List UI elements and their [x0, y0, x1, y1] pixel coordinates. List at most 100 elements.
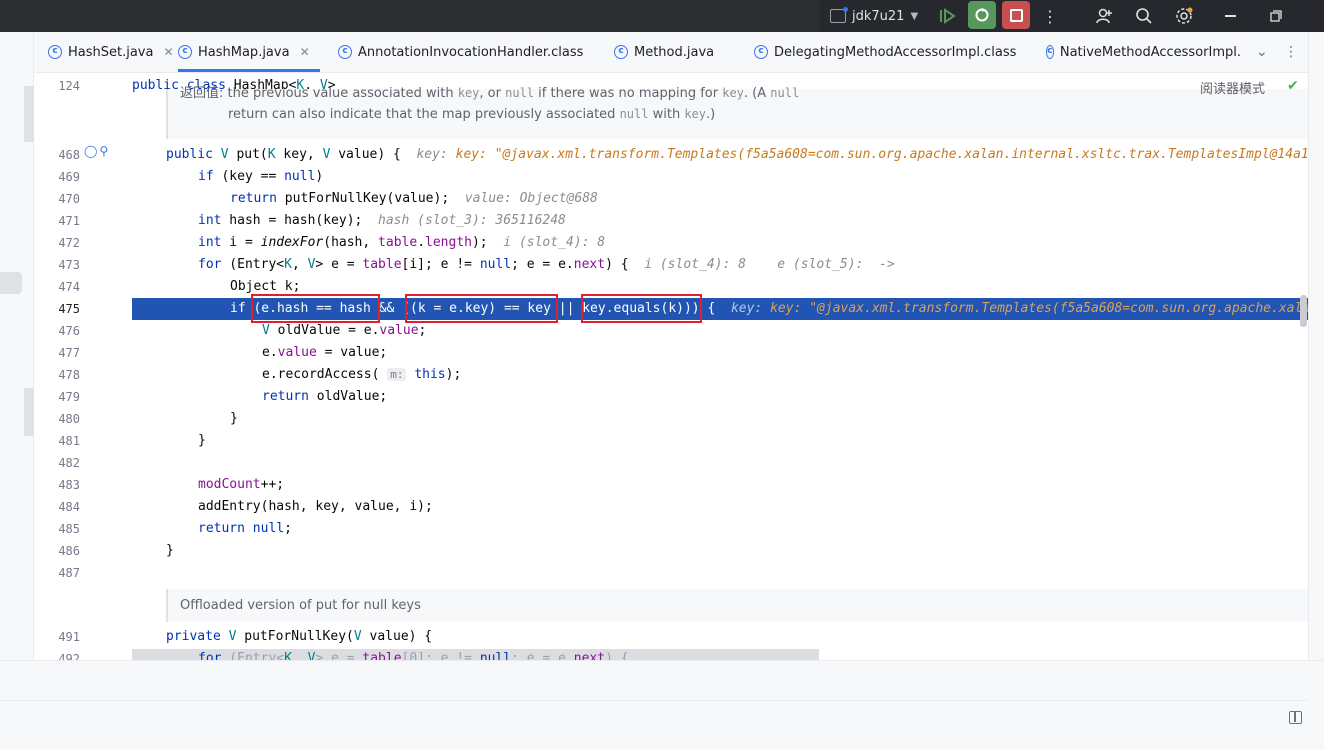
- tab-hashmap[interactable]: c HashMap.java ✕: [178, 32, 320, 72]
- reader-mode-button[interactable]: 阅读器模式: [1200, 78, 1265, 97]
- line-number: 470: [58, 192, 80, 206]
- resume-icon[interactable]: [932, 0, 964, 32]
- line-number: 469: [58, 170, 80, 184]
- doc-text: , or: [479, 86, 506, 101]
- doc-code: null: [505, 86, 535, 100]
- code-line-483[interactable]: modCount++;: [198, 474, 284, 496]
- code-token: if: [230, 301, 254, 316]
- more-icon[interactable]: ⋮: [1034, 0, 1066, 32]
- doc-code: key: [722, 86, 744, 100]
- line-number: 479: [58, 390, 80, 404]
- highlight-box: [405, 294, 558, 323]
- left-tool-strip: [0, 32, 34, 660]
- code-line-479[interactable]: return oldValue;: [262, 386, 387, 408]
- code-line-470[interactable]: return putForNullKey(value); value: Obje…: [230, 188, 598, 210]
- restore-icon[interactable]: [1260, 0, 1292, 32]
- layout-toggle-icon[interactable]: [1289, 711, 1302, 724]
- doc-code: key: [457, 86, 480, 100]
- settings-icon[interactable]: [1168, 0, 1200, 32]
- doc-code: null: [619, 107, 649, 121]
- code-line-491[interactable]: private V putForNullKey(V value) {: [166, 626, 432, 648]
- override-icon[interactable]: ◯: [84, 144, 97, 158]
- javadoc-returns: 返回值: the previous value associated with …: [166, 86, 1308, 139]
- code-line-475[interactable]: if (e.hash == hash && ((k = e.key) == ke…: [230, 298, 1308, 320]
- doc-text: Offloaded version of put for null keys: [180, 598, 421, 613]
- inlay-hash: hash (slot_3): 365116248: [378, 213, 566, 228]
- code-line-485[interactable]: return null;: [198, 518, 292, 540]
- vertical-scrollbar[interactable]: [1300, 295, 1307, 327]
- code-line-478[interactable]: e.recordAccess( m: this);: [262, 364, 461, 386]
- tab-hashset[interactable]: c HashSet.java ✕: [48, 32, 174, 72]
- code-line-476[interactable]: V oldValue = e.value;: [262, 320, 426, 342]
- tool-window-marker[interactable]: [0, 272, 22, 294]
- run-config-label: jdk7u21: [852, 8, 905, 24]
- close-icon[interactable]: ✕: [163, 45, 173, 59]
- code-line-480[interactable]: }: [230, 408, 238, 430]
- code-line-471[interactable]: int hash = hash(key); hash (slot_3): 365…: [198, 210, 566, 232]
- code-line-472[interactable]: int i = indexFor(hash, table.length); i …: [198, 232, 605, 254]
- tabs-more-icon[interactable]: ⋮: [1284, 32, 1298, 72]
- tab-annotation-invocation-handler[interactable]: c AnnotationInvocationHandler.class: [338, 32, 583, 72]
- bottom-panel: [0, 660, 1324, 750]
- title-bar: jdk7u21 ▼ ⋮: [0, 0, 1324, 32]
- code-line-469[interactable]: if (key == null): [198, 166, 323, 188]
- code-line-477[interactable]: e.value = value;: [262, 342, 387, 364]
- doc-text: if there was no mapping for: [534, 86, 723, 101]
- inlay-i: i (slot_4): 8: [503, 235, 606, 250]
- tab-label: Method.java: [634, 44, 715, 60]
- right-tool-strip: [1308, 32, 1324, 750]
- line-number: 468: [58, 148, 80, 162]
- tab-label: DelegatingMethodAccessorImpl.class: [774, 44, 1017, 60]
- inlay-key-value: key: "@javax.xml.transform.Templates(f5a…: [455, 147, 1308, 162]
- doc-code: key: [684, 107, 707, 121]
- highlight-box: [251, 294, 380, 323]
- stop-icon[interactable]: [1002, 1, 1030, 29]
- doc-code: null: [770, 86, 800, 100]
- inlay-i: i (slot_4): 8: [644, 257, 746, 272]
- tab-label: AnnotationInvocationHandler.class: [358, 44, 584, 60]
- code-line-473[interactable]: for (Entry<K, V> e = table[i]; e != null…: [198, 254, 895, 276]
- code-line-492[interactable]: for (Entry<K, V> e = table[0]; e != null…: [198, 648, 629, 660]
- scroll-marker: [24, 388, 34, 436]
- editor-tab-bar: c HashSet.java ✕ c HashMap.java ✕ c Anno…: [34, 32, 1324, 73]
- code-editor[interactable]: public class HashMap<K, V> 返回值: the prev…: [132, 73, 1308, 660]
- tabs-dropdown-icon[interactable]: ⌄: [1256, 32, 1268, 72]
- inlay-value: value: Object@688: [464, 191, 598, 206]
- javadoc-offloaded: Offloaded version of put for null keys: [166, 589, 1308, 622]
- tab-method[interactable]: c Method.java: [614, 32, 714, 72]
- divider: [0, 700, 1308, 701]
- line-number: 486: [58, 544, 80, 558]
- line-number: 472: [58, 236, 80, 250]
- code-line-486[interactable]: }: [166, 540, 174, 562]
- code-line-481[interactable]: }: [198, 430, 206, 452]
- tab-label: NativeMethodAccessorImpl.: [1059, 44, 1241, 60]
- code-line-484[interactable]: addEntry(hash, key, value, i);: [198, 496, 433, 518]
- close-icon[interactable]: ✕: [300, 45, 310, 59]
- line-number: 483: [58, 478, 80, 492]
- tab-native-method-accessor[interactable]: c NativeMethodAccessorImpl.: [1046, 32, 1241, 72]
- line-number: 492: [58, 652, 80, 660]
- doc-text: return can also indicate that the map pr…: [228, 107, 620, 122]
- line-number: 471: [58, 214, 80, 228]
- run-config-selector[interactable]: jdk7u21 ▼: [830, 0, 918, 32]
- inspection-ok-icon[interactable]: ✔: [1287, 78, 1299, 94]
- line-number-current: 475: [58, 302, 80, 316]
- minimize-icon[interactable]: [1214, 0, 1246, 32]
- line-number: 480: [58, 412, 80, 426]
- line-number: 476: [58, 324, 80, 338]
- search-icon[interactable]: [1128, 0, 1160, 32]
- class-icon: c: [338, 45, 352, 59]
- doc-text: .): [706, 107, 716, 122]
- scroll-marker: [24, 86, 34, 142]
- code-line-468[interactable]: public V put(K key, V value) { key: key:…: [166, 144, 1308, 166]
- line-number: 477: [58, 346, 80, 360]
- class-icon: c: [614, 45, 628, 59]
- inlay-e: e (slot_5): ->: [777, 257, 895, 272]
- highlight-box: [581, 294, 702, 323]
- add-user-icon[interactable]: [1088, 0, 1120, 32]
- tab-delegating-method-accessor[interactable]: c DelegatingMethodAccessorImpl.class: [754, 32, 1016, 72]
- line-number: 473: [58, 258, 80, 272]
- rerun-icon[interactable]: [968, 1, 996, 29]
- line-number: 124: [58, 79, 80, 93]
- breakpoint-method-icon[interactable]: ⚲: [99, 144, 108, 158]
